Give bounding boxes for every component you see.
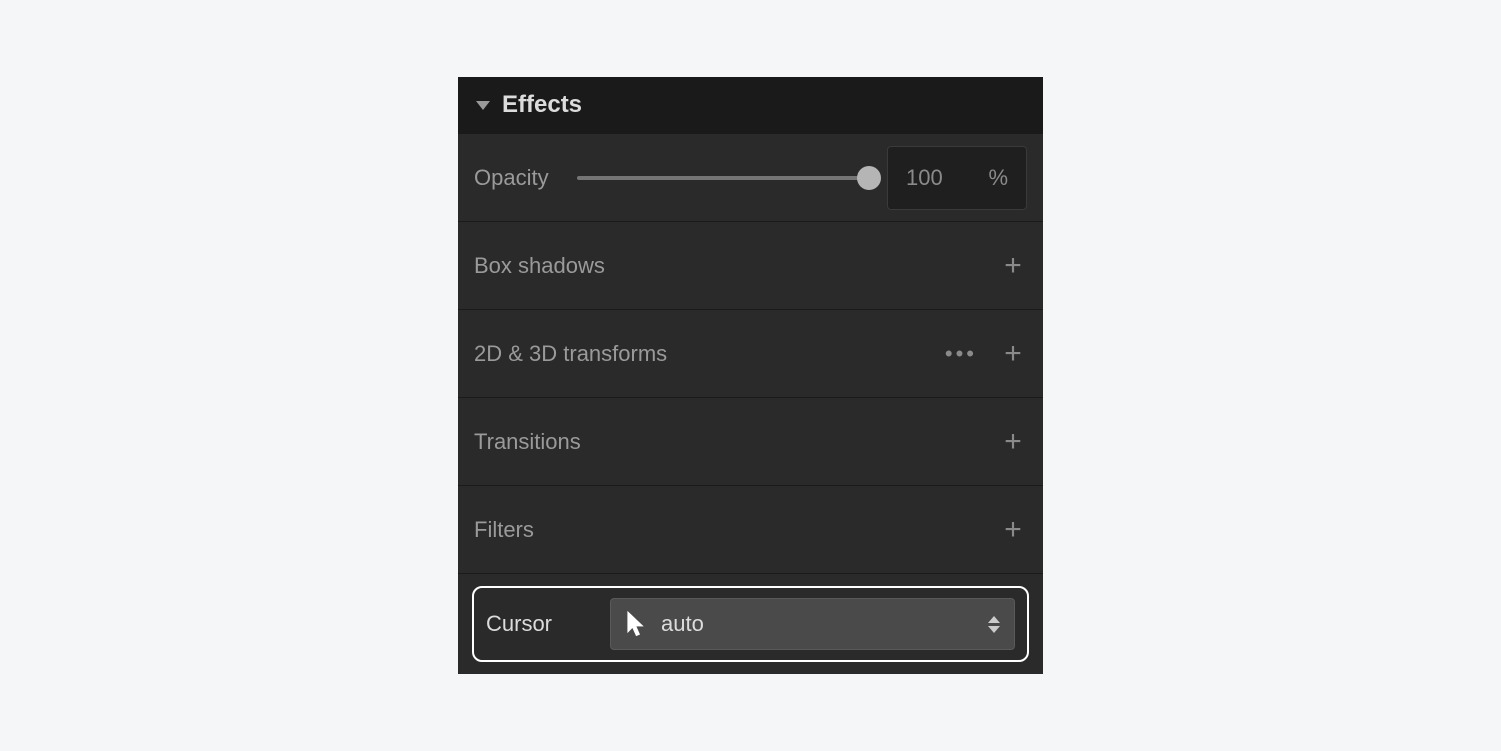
opacity-row: Opacity 100 % <box>458 133 1043 221</box>
cursor-value: auto <box>661 611 974 637</box>
opacity-value: 100 <box>906 165 943 191</box>
cursor-row: Cursor auto <box>458 573 1043 674</box>
plus-icon[interactable]: + <box>999 339 1027 369</box>
box-shadows-row: Box shadows + <box>458 221 1043 309</box>
filters-row: Filters + <box>458 485 1043 573</box>
opacity-slider[interactable] <box>577 176 869 180</box>
disclosure-triangle-icon[interactable] <box>476 101 490 110</box>
chevron-up-icon <box>988 616 1000 623</box>
opacity-unit: % <box>988 165 1008 191</box>
opacity-slider-thumb[interactable] <box>857 166 881 190</box>
transforms-row: 2D & 3D transforms ••• + <box>458 309 1043 397</box>
panel-title: Effects <box>502 91 582 119</box>
transitions-row: Transitions + <box>458 397 1043 485</box>
transforms-label: 2D & 3D transforms <box>474 341 667 367</box>
opacity-label: Opacity <box>474 165 549 191</box>
box-shadows-label: Box shadows <box>474 253 605 279</box>
transitions-label: Transitions <box>474 429 581 455</box>
plus-icon[interactable]: + <box>999 515 1027 545</box>
more-icon[interactable]: ••• <box>945 343 977 365</box>
plus-icon[interactable]: + <box>999 427 1027 457</box>
cursor-frame: Cursor auto <box>472 586 1029 662</box>
cursor-arrow-icon <box>625 610 647 638</box>
effects-header[interactable]: Effects <box>458 77 1043 133</box>
filters-label: Filters <box>474 517 534 543</box>
opacity-input[interactable]: 100 % <box>887 146 1027 210</box>
chevron-down-icon <box>988 626 1000 633</box>
effects-panel: Effects Opacity 100 % Box shadows + 2D &… <box>458 77 1043 674</box>
plus-icon[interactable]: + <box>999 251 1027 281</box>
stepper-icon[interactable] <box>988 616 1000 633</box>
cursor-dropdown[interactable]: auto <box>610 598 1015 650</box>
cursor-label: Cursor <box>486 611 586 637</box>
